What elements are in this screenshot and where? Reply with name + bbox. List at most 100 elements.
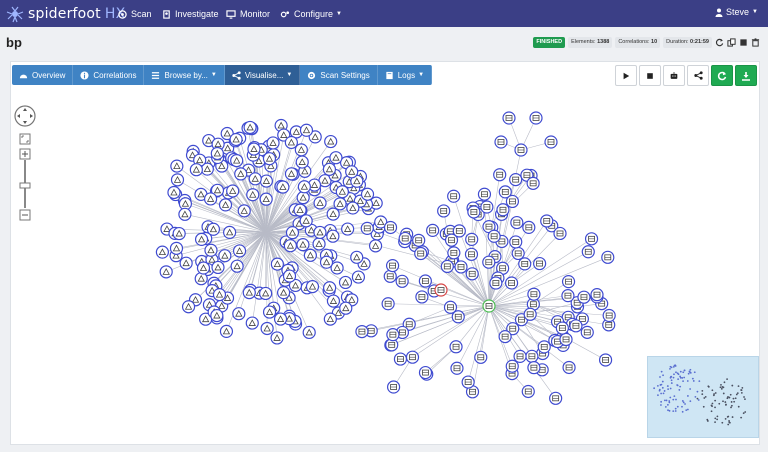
graph-node[interactable] xyxy=(482,255,496,269)
graph-node[interactable] xyxy=(242,286,256,300)
graph-node[interactable] xyxy=(247,142,261,156)
graph-node[interactable] xyxy=(302,325,316,340)
graph-node[interactable] xyxy=(323,312,337,326)
graph-node[interactable] xyxy=(426,223,440,237)
graph-node[interactable] xyxy=(170,173,185,187)
graph-node[interactable] xyxy=(210,308,224,323)
graph-node[interactable] xyxy=(454,260,468,274)
graph-node[interactable] xyxy=(505,194,520,209)
graph-node[interactable] xyxy=(509,235,523,249)
graph-node[interactable] xyxy=(450,361,464,375)
graph-node[interactable] xyxy=(487,229,501,243)
graph-node[interactable] xyxy=(170,159,184,173)
graph-node[interactable] xyxy=(329,151,343,165)
graph-node[interactable] xyxy=(434,283,448,297)
graph-node[interactable] xyxy=(355,324,369,339)
graph-node[interactable] xyxy=(577,290,591,304)
graph-node[interactable] xyxy=(218,249,232,263)
nav-configure[interactable]: Configure ▼ xyxy=(280,7,342,21)
graph-node[interactable] xyxy=(480,200,494,214)
graph-node[interactable] xyxy=(270,257,284,271)
graph-node[interactable] xyxy=(521,384,535,399)
nav-scan[interactable]: Scan xyxy=(118,7,152,21)
graph-node[interactable] xyxy=(360,221,374,235)
graph-node[interactable] xyxy=(415,290,429,304)
graph-node[interactable] xyxy=(248,172,262,186)
graph-node[interactable] xyxy=(194,232,209,246)
graph-node[interactable] xyxy=(449,340,463,354)
graph-node[interactable] xyxy=(510,215,524,230)
graph-node[interactable] xyxy=(266,136,280,150)
graph-node[interactable] xyxy=(335,185,349,199)
graph-node[interactable] xyxy=(326,229,340,243)
graph-node[interactable] xyxy=(273,312,288,326)
graph-node[interactable] xyxy=(562,360,576,375)
graph-node[interactable] xyxy=(513,349,527,363)
graph-minimap[interactable] xyxy=(647,356,759,438)
graph-node[interactable] xyxy=(383,220,398,235)
graph-node[interactable] xyxy=(312,237,326,251)
graph-node[interactable] xyxy=(326,207,340,221)
graph-node[interactable] xyxy=(219,324,234,338)
graph-node[interactable] xyxy=(210,146,224,161)
graph-node[interactable] xyxy=(386,380,401,394)
graph-node[interactable] xyxy=(437,204,451,218)
graph-node[interactable] xyxy=(206,222,221,236)
graph-node[interactable] xyxy=(537,340,551,354)
graph-node[interactable] xyxy=(299,214,313,228)
graph-node[interactable] xyxy=(346,201,360,215)
graph-node[interactable] xyxy=(262,152,277,166)
graph-node[interactable] xyxy=(245,316,259,330)
graph-node[interactable] xyxy=(260,321,274,336)
graph-node[interactable] xyxy=(223,225,237,239)
graph-node[interactable] xyxy=(569,319,583,333)
graph-node[interactable] xyxy=(196,261,211,275)
graph-node[interactable] xyxy=(496,203,510,217)
graph-node[interactable] xyxy=(211,260,225,275)
graph-node[interactable] xyxy=(295,155,309,169)
graph-node[interactable] xyxy=(467,205,481,219)
graph-node[interactable] xyxy=(194,272,208,286)
graph-node[interactable] xyxy=(323,281,337,295)
graph-node[interactable] xyxy=(341,222,355,236)
graph-node[interactable] xyxy=(405,350,420,364)
graph-node[interactable] xyxy=(262,305,277,319)
graph-node[interactable] xyxy=(234,167,248,181)
graph-node[interactable] xyxy=(368,239,383,253)
user-menu[interactable]: Steve ▼ xyxy=(715,7,758,17)
graph-node[interactable] xyxy=(383,269,397,283)
graph-node[interactable] xyxy=(452,224,466,238)
graph-node[interactable] xyxy=(204,243,218,257)
graph-node[interactable] xyxy=(296,191,310,205)
graph-node[interactable] xyxy=(526,176,540,190)
graph-node[interactable] xyxy=(172,226,186,241)
graph-node[interactable] xyxy=(178,207,192,221)
graph-node[interactable] xyxy=(284,135,298,150)
graph-node[interactable] xyxy=(276,286,291,300)
graph-node[interactable] xyxy=(181,300,196,314)
graph-node[interactable] xyxy=(313,225,327,240)
graph-node[interactable] xyxy=(243,120,257,135)
graph-node[interactable] xyxy=(601,250,615,264)
stop-icon[interactable] xyxy=(739,38,748,47)
graph-node[interactable] xyxy=(169,241,184,255)
graph-node[interactable] xyxy=(385,259,400,273)
graph-node[interactable] xyxy=(313,196,327,210)
graph-node[interactable] xyxy=(297,180,311,194)
graph-node[interactable] xyxy=(230,153,244,168)
copy-icon[interactable] xyxy=(727,38,736,47)
graph-node[interactable] xyxy=(333,197,347,211)
graph-node[interactable] xyxy=(179,256,193,270)
graph-node[interactable] xyxy=(319,255,334,269)
graph-node[interactable] xyxy=(584,232,599,246)
graph-node[interactable] xyxy=(345,165,359,179)
graph-node[interactable] xyxy=(493,168,507,182)
graph-node[interactable] xyxy=(544,135,558,149)
graph-node[interactable] xyxy=(303,248,317,262)
graph-node[interactable] xyxy=(514,143,528,157)
graph-node[interactable] xyxy=(270,331,284,345)
graph-node[interactable] xyxy=(525,349,539,363)
graph-node[interactable] xyxy=(159,265,173,279)
graph-node[interactable] xyxy=(559,332,573,347)
graph-node[interactable] xyxy=(494,135,508,149)
